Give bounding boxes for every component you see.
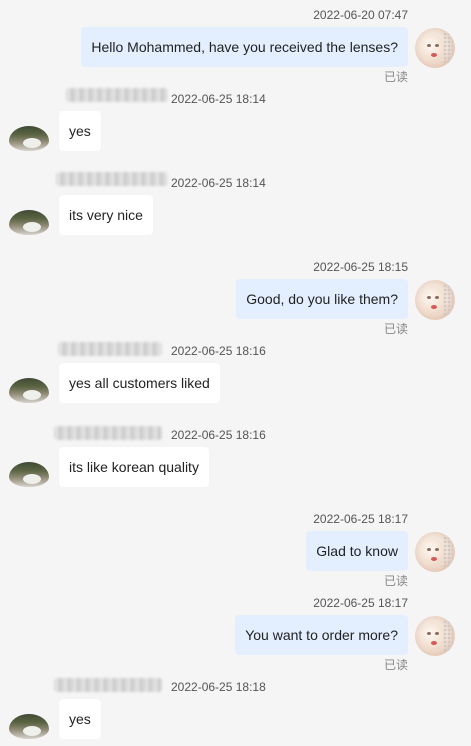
message-timestamp: 2022-06-25 18:15: [313, 260, 408, 274]
user-avatar[interactable]: [415, 532, 455, 572]
message-timestamp: 2022-06-20 07:47: [313, 8, 408, 22]
user-avatar[interactable]: [415, 280, 455, 320]
contact-avatar[interactable]: [9, 462, 49, 487]
message-timestamp: 2022-06-25 18:14: [171, 176, 266, 190]
message-timestamp: 2022-06-25 18:17: [313, 596, 408, 610]
sender-name-redacted: [56, 172, 168, 186]
message-bubble[interactable]: You want to order more?: [235, 615, 408, 655]
message-timestamp: 2022-06-25 18:16: [171, 344, 266, 358]
contact-avatar[interactable]: [9, 210, 49, 235]
sender-name-redacted: [54, 426, 162, 440]
contact-avatar[interactable]: [9, 126, 49, 151]
message-timestamp: 2022-06-25 18:17: [313, 512, 408, 526]
read-receipt: 已读: [383, 70, 408, 84]
read-receipt: 已读: [383, 574, 408, 588]
message-bubble[interactable]: Good, do you like them?: [236, 279, 408, 319]
contact-avatar[interactable]: [9, 378, 49, 403]
chat-conversation[interactable]: 2022-06-20 07:47 Hello Mohammed, have yo…: [0, 0, 471, 746]
user-avatar[interactable]: [415, 28, 455, 68]
user-avatar[interactable]: [415, 616, 455, 656]
sender-name-redacted: [54, 678, 162, 692]
message-bubble[interactable]: yes: [59, 111, 101, 151]
read-receipt: 已读: [383, 658, 408, 672]
message-bubble[interactable]: yes: [59, 699, 101, 739]
message-bubble[interactable]: Glad to know: [306, 531, 408, 571]
message-timestamp: 2022-06-25 18:14: [171, 92, 266, 106]
message-bubble[interactable]: yes all customers liked: [59, 363, 220, 403]
message-bubble[interactable]: its very nice: [59, 195, 153, 235]
message-bubble[interactable]: Hello Mohammed, have you received the le…: [81, 27, 408, 67]
message-bubble[interactable]: its like korean quality: [59, 447, 209, 487]
message-timestamp: 2022-06-25 18:18: [171, 680, 266, 694]
sender-name-redacted: [58, 342, 162, 356]
read-receipt: 已读: [383, 322, 408, 336]
sender-name-redacted: [66, 88, 168, 102]
message-timestamp: 2022-06-25 18:16: [171, 428, 266, 442]
contact-avatar[interactable]: [9, 714, 49, 739]
